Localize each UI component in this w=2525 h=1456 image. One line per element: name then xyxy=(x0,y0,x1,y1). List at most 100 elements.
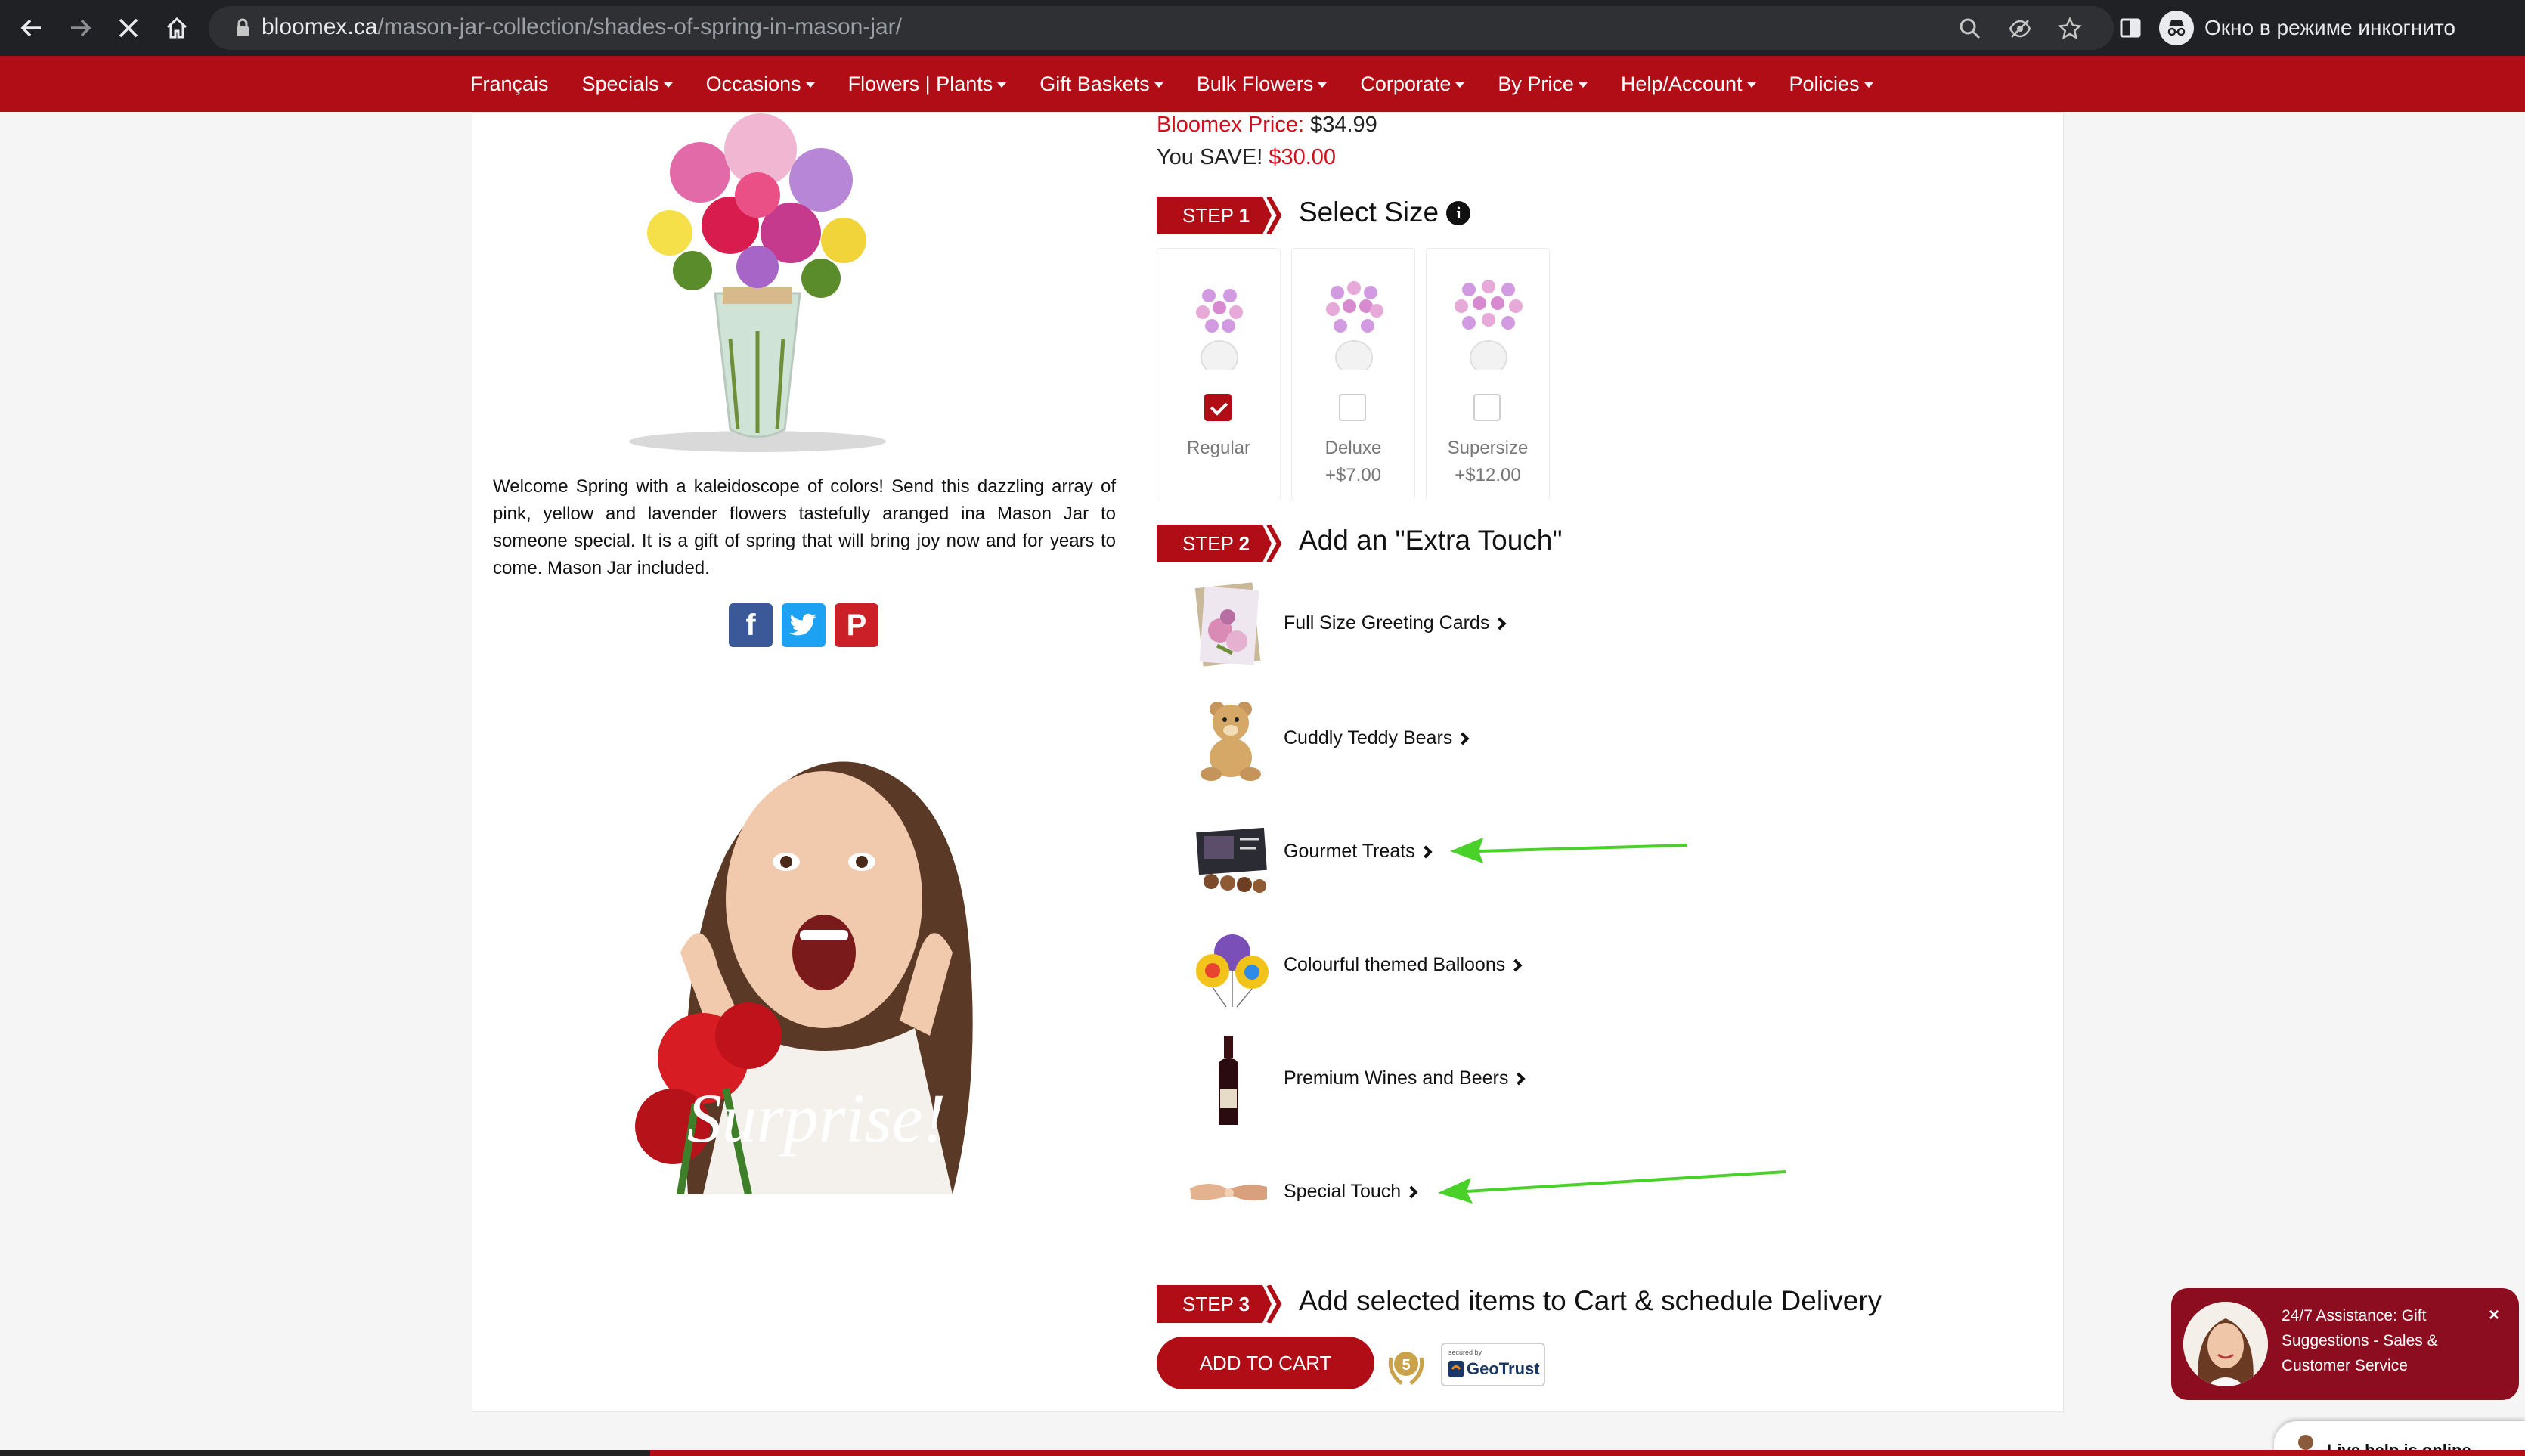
chevron-right-icon xyxy=(1456,732,1470,745)
bloomex-price-row: Bloomex Price: $34.99 xyxy=(1157,109,1377,141)
geotrust-badge[interactable]: secured by GeoTrust xyxy=(1441,1343,1545,1386)
extra-balloons[interactable]: Colourful themed Balloons xyxy=(1179,922,1724,1013)
extra-special-touch-link[interactable]: Special Touch xyxy=(1284,1181,1418,1203)
incognito-indicator[interactable]: Окно в режиме инкогнито xyxy=(2159,8,2455,48)
chevron-right-icon xyxy=(1512,1072,1526,1085)
menu-item-flowers-plants[interactable]: Flowers | Plants xyxy=(832,73,1024,96)
product-description: Welcome Spring with a kaleidoscope of co… xyxy=(493,476,1116,578)
size-supersize-checkbox[interactable] xyxy=(1473,394,1501,421)
extra-greeting-cards-link[interactable]: Full Size Greeting Cards xyxy=(1284,612,1507,634)
menu-list: Français Specials Occasions Flowers | Plant… xyxy=(454,56,1890,112)
size-option-regular[interactable]: Regular xyxy=(1157,248,1281,500)
step-3-badge: STEP 3 xyxy=(1157,1285,1282,1323)
step-3-word: STEP xyxy=(1182,1293,1233,1315)
forward-icon[interactable] xyxy=(62,11,98,45)
size-deluxe-price: +$7.00 xyxy=(1324,465,1382,485)
menu-item-corporate[interactable]: Corporate xyxy=(1343,73,1481,96)
side-panel-icon[interactable] xyxy=(2112,11,2149,45)
chevron-right-icon xyxy=(1493,617,1507,630)
step-1-word: STEP xyxy=(1182,204,1233,227)
extra-gourmet-treats-link[interactable]: Gourmet Treats xyxy=(1284,841,1433,863)
caret-down-icon xyxy=(805,82,815,88)
caret-down-icon xyxy=(663,82,673,88)
browser-toolbar: bloomex.ca/mason-jar-collection/shades-o… xyxy=(0,0,2525,56)
address-bar[interactable]: bloomex.ca/mason-jar-collection/shades-o… xyxy=(209,6,2114,50)
extra-wines-beers-link[interactable]: Premium Wines and Beers xyxy=(1284,1067,1526,1089)
greeting-card-thumbnail xyxy=(1194,582,1261,667)
menu-item-label: Occasions xyxy=(705,72,801,95)
menu-item-label: Gift Baskets xyxy=(1039,72,1150,95)
extra-balloons-label: Colourful themed Balloons xyxy=(1284,954,1506,975)
menu-item-by-price[interactable]: By Price xyxy=(1481,73,1604,96)
step-1-title-text: Select Size xyxy=(1299,197,1439,228)
chevron-right-icon xyxy=(1509,959,1523,971)
bookmark-star-icon[interactable] xyxy=(2055,14,2085,44)
product-image[interactable] xyxy=(579,112,934,460)
surprise-text: Surprise! xyxy=(687,1080,946,1157)
menu-item-label: By Price xyxy=(1498,72,1574,95)
extra-gourmet-treats-label: Gourmet Treats xyxy=(1284,841,1415,862)
svg-text:STEP 2: STEP 2 xyxy=(1182,532,1250,555)
menu-item-help-account[interactable]: Help/Account xyxy=(1604,73,1773,96)
lock-icon[interactable] xyxy=(230,15,256,41)
step-3-title: Add selected items to Cart & schedule De… xyxy=(1299,1285,1882,1316)
pinterest-icon[interactable]: P xyxy=(835,603,878,647)
extra-balloons-link[interactable]: Colourful themed Balloons xyxy=(1284,954,1523,976)
menu-item-occasions[interactable]: Occasions xyxy=(689,73,832,96)
info-icon[interactable]: i xyxy=(1446,201,1471,225)
extra-teddy-bears[interactable]: Cuddly Teddy Bears xyxy=(1179,695,1724,786)
menu-item-label: Français xyxy=(470,72,549,95)
award-seal-icon: 5 xyxy=(1388,1352,1424,1385)
savings-value: $30.00 xyxy=(1269,145,1337,169)
savings-row: You SAVE! $30.00 xyxy=(1157,141,1377,174)
caret-down-icon xyxy=(1746,82,1756,88)
step-3-number: 3 xyxy=(1239,1293,1250,1315)
menu-item-bulk-flowers[interactable]: Bulk Flowers xyxy=(1180,73,1344,96)
menu-item-specials[interactable]: Specials xyxy=(565,73,689,96)
stop-loading-icon[interactable] xyxy=(110,11,147,45)
zoom-icon[interactable] xyxy=(1955,14,1985,44)
step-1-badge: STEP 1 xyxy=(1157,197,1282,234)
extra-wines-beers[interactable]: Premium Wines and Beers xyxy=(1179,1036,1724,1126)
url-path: /mason-jar-collection/shades-of-spring-i… xyxy=(377,14,903,39)
extra-greeting-cards-label: Full Size Greeting Cards xyxy=(1284,612,1490,634)
extra-greeting-cards[interactable]: Full Size Greeting Cards xyxy=(1179,581,1724,671)
size-deluxe-illustration xyxy=(1326,281,1383,370)
menu-item-label: Specials xyxy=(581,72,659,95)
tracking-protection-icon[interactable] xyxy=(2005,14,2035,44)
menu-item-label: Flowers | Plants xyxy=(847,72,993,95)
size-option-deluxe[interactable]: Deluxe +$7.00 xyxy=(1291,248,1415,500)
chevron-right-icon xyxy=(1405,1185,1418,1198)
menu-item-label: Policies xyxy=(1789,72,1860,95)
caret-down-icon xyxy=(1154,82,1163,88)
size-option-supersize[interactable]: Supersize +$12.00 xyxy=(1426,248,1550,500)
incognito-icon xyxy=(2159,11,2194,45)
menu-item-fran-ais[interactable]: Français xyxy=(454,73,565,96)
caret-down-icon xyxy=(997,82,1007,88)
home-icon[interactable] xyxy=(159,11,195,45)
teddy-bear-thumbnail xyxy=(1201,702,1261,781)
chat-widget[interactable]: 24/7 Assistance: Gift Suggestions - Sale… xyxy=(2171,1288,2519,1400)
add-to-cart-button[interactable]: ADD TO CART xyxy=(1157,1337,1374,1389)
special-touch-thumbnail xyxy=(1190,1184,1267,1201)
size-regular-checkbox[interactable] xyxy=(1204,394,1232,421)
size-regular-label: Regular xyxy=(1186,438,1251,458)
extra-teddy-bears-link[interactable]: Cuddly Teddy Bears xyxy=(1284,727,1470,749)
step-2-word: STEP xyxy=(1182,532,1233,555)
twitter-icon[interactable] xyxy=(782,603,826,647)
menu-item-policies[interactable]: Policies xyxy=(1773,73,1890,96)
facebook-icon[interactable]: f xyxy=(729,603,773,647)
close-icon[interactable]: × xyxy=(2489,1305,2499,1326)
url-text[interactable]: bloomex.ca/mason-jar-collection/shades-o… xyxy=(262,14,902,40)
extra-wines-beers-label: Premium Wines and Beers xyxy=(1284,1067,1509,1089)
size-deluxe-label: Deluxe xyxy=(1324,438,1382,458)
size-deluxe-checkbox[interactable] xyxy=(1339,394,1366,421)
geotrust-caption: secured by xyxy=(1448,1349,1482,1356)
agent-avatar xyxy=(2183,1302,2268,1386)
back-icon[interactable] xyxy=(14,11,50,45)
step-2-badge: STEP 2 xyxy=(1157,525,1282,562)
menu-item-gift-baskets[interactable]: Gift Baskets xyxy=(1023,73,1180,96)
caret-down-icon xyxy=(1455,82,1465,88)
step-2-title: Add an "Extra Touch" xyxy=(1299,525,1563,556)
extra-special-touch-label: Special Touch xyxy=(1284,1181,1402,1202)
